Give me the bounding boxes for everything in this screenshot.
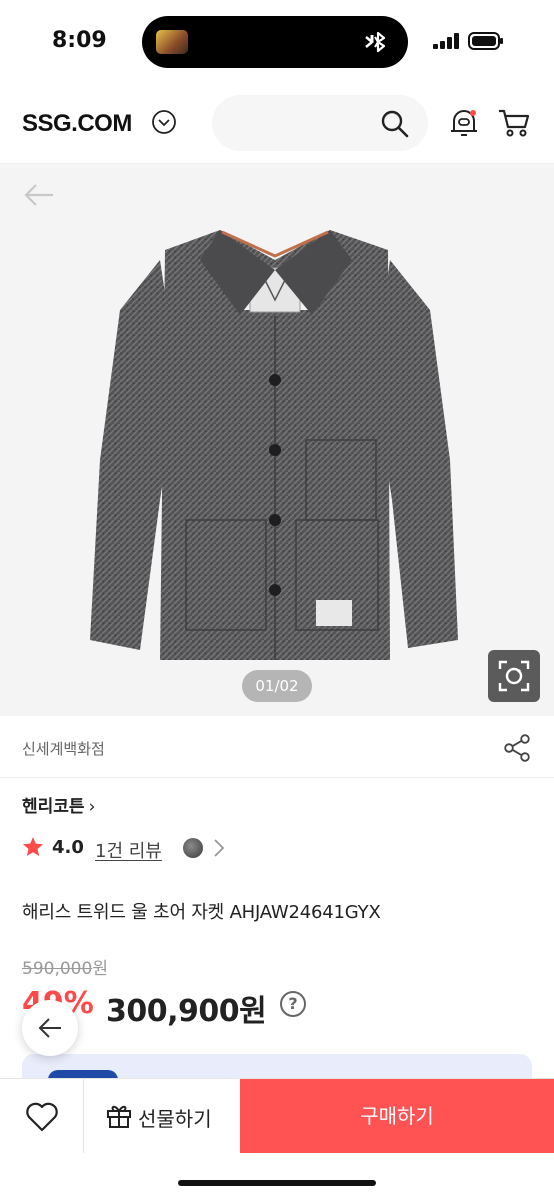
rating-score: 4.0 xyxy=(52,837,84,858)
wishlist-button[interactable] xyxy=(0,1079,84,1153)
ssg-logo[interactable]: SSG.COM xyxy=(22,110,132,138)
brand-name: 헨리코튼 xyxy=(22,797,85,817)
product-title: 해리스 트위드 울 초어 자켓 AHJAW24641GYX xyxy=(22,902,381,923)
now-playing-thumbnail xyxy=(156,30,188,54)
cart-icon[interactable] xyxy=(497,107,531,139)
store-name[interactable]: 신세계백화점 xyxy=(22,738,105,759)
search-input[interactable] xyxy=(212,95,428,151)
gift-label: 선물하기 xyxy=(138,1107,212,1131)
review-link[interactable]: 1건 리뷰 xyxy=(95,837,162,863)
top-header: SSG.COM xyxy=(0,82,554,164)
original-price-unit: 원 xyxy=(92,959,108,979)
gift-icon xyxy=(107,1105,131,1128)
sale-price: 300,900원 xyxy=(106,994,267,1029)
original-price-value: 590,000 xyxy=(22,959,93,979)
buy-button[interactable]: 구매하기 xyxy=(240,1079,554,1153)
heart-icon xyxy=(26,1102,58,1132)
status-bar: 8:09 xyxy=(0,0,554,82)
chevron-right-icon[interactable] xyxy=(211,837,227,859)
image-counter: 01/02 xyxy=(242,670,312,702)
color-swatch[interactable] xyxy=(183,838,203,858)
rating-row: 4.0 1건 리뷰 xyxy=(22,834,322,862)
back-arrow-icon[interactable] xyxy=(22,180,56,210)
status-time: 8:09 xyxy=(52,28,107,53)
price-help-icon[interactable]: ? xyxy=(280,991,306,1017)
share-icon[interactable] xyxy=(503,733,531,763)
home-indicator xyxy=(178,1180,376,1186)
star-icon xyxy=(23,837,43,856)
back-arrow-icon xyxy=(38,1018,61,1038)
search-icon[interactable] xyxy=(380,109,410,139)
product-photo-jacket xyxy=(90,230,458,660)
signal-icon xyxy=(433,33,459,49)
floating-back-button[interactable] xyxy=(22,1000,78,1056)
brand-link[interactable]: 헨리코튼 › xyxy=(22,792,95,817)
gift-button[interactable]: 선물하기 xyxy=(84,1079,240,1153)
product-image-gallery[interactable]: 01/02 xyxy=(0,164,554,716)
bluetooth-icon xyxy=(365,31,386,53)
chevron-right-icon: › xyxy=(88,797,96,817)
bell-icon[interactable] xyxy=(448,107,480,139)
camera-lens-icon xyxy=(498,660,530,692)
image-search-button[interactable] xyxy=(488,650,540,702)
dynamic-island xyxy=(142,16,408,68)
store-row: 신세계백화점 xyxy=(0,716,554,778)
chevron-down-icon[interactable] xyxy=(151,109,177,135)
original-price: 590,000원 xyxy=(22,954,108,979)
battery-icon xyxy=(468,32,503,50)
